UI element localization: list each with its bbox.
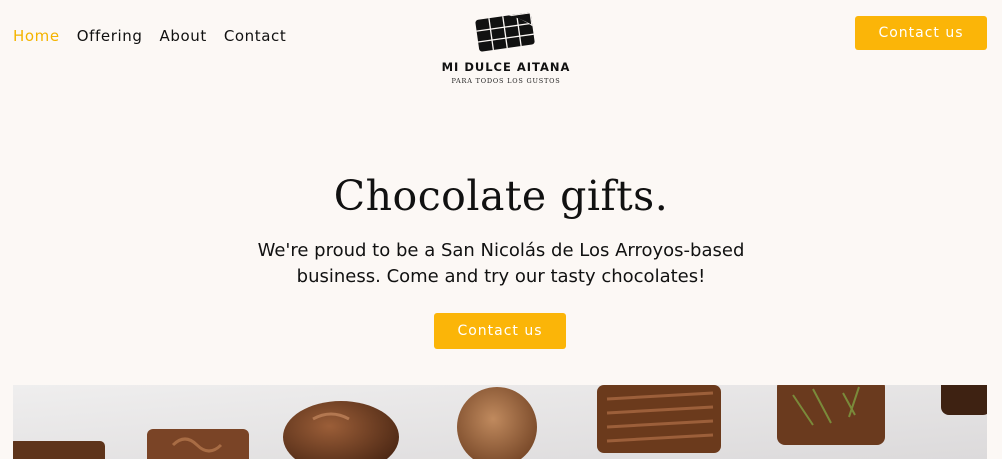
- hero-contact-button[interactable]: Contact us: [434, 313, 566, 349]
- nav-home[interactable]: Home: [13, 27, 60, 45]
- chocolates-photo: [13, 385, 987, 459]
- brand-name: MI DULCE AITANA: [441, 60, 571, 74]
- nav-contact[interactable]: Contact: [224, 27, 287, 45]
- hero-section: Chocolate gifts. We're proud to be a San…: [0, 172, 1002, 290]
- nav-about[interactable]: About: [159, 27, 206, 45]
- brand-logo[interactable]: MI DULCE AITANA PARA TODOS LOS GUSTOS: [436, 10, 576, 85]
- hero-subtitle: We're proud to be a San Nicolás de Los A…: [257, 240, 745, 287]
- main-nav: Home Offering About Contact: [13, 27, 303, 45]
- nav-offering[interactable]: Offering: [77, 27, 143, 45]
- header-contact-button[interactable]: Contact us: [855, 16, 987, 50]
- brand-tagline: PARA TODOS LOS GUSTOS: [451, 77, 561, 85]
- hero-title: Chocolate gifts.: [333, 172, 669, 220]
- chocolate-bar-icon: [475, 12, 535, 52]
